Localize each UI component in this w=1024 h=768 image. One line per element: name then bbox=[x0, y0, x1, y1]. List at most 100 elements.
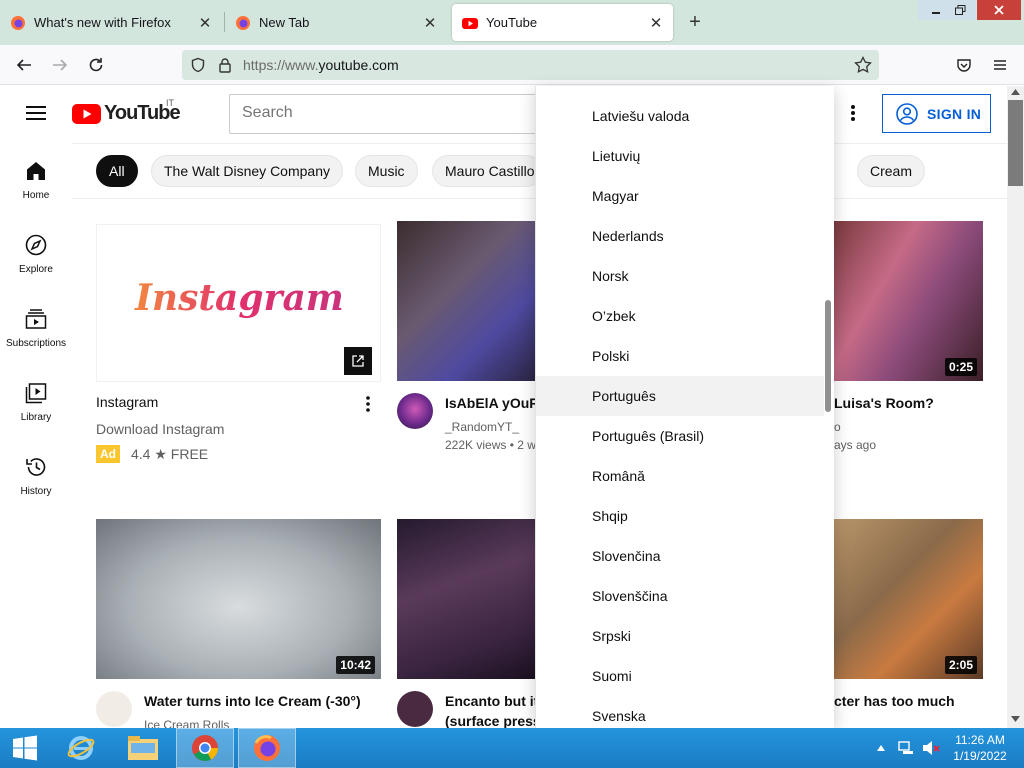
system-clock[interactable]: 11:26 AM 1/19/2022 bbox=[948, 732, 1012, 764]
search-box[interactable] bbox=[229, 94, 559, 134]
language-option[interactable]: Shqip bbox=[536, 496, 824, 536]
url-bar[interactable]: https://www.youtube.com bbox=[182, 50, 879, 80]
language-option[interactable]: Suomi bbox=[536, 656, 824, 696]
language-option[interactable]: Slovenščina bbox=[536, 576, 824, 616]
language-option[interactable]: Polski bbox=[536, 336, 824, 376]
tab-strip: What's new with Firefox ✕ New Tab ✕ YouT… bbox=[0, 0, 1024, 45]
video-title[interactable]: IsAbElA yOuR bbox=[445, 393, 539, 413]
channel-name[interactable]: Ice Cream Rolls bbox=[144, 718, 229, 728]
language-option[interactable]: O’zbek bbox=[536, 296, 824, 336]
channel-name[interactable]: _RandomYT_ bbox=[445, 420, 519, 434]
chip-walt-disney[interactable]: The Walt Disney Company bbox=[151, 155, 343, 187]
chip-all[interactable]: All bbox=[96, 155, 138, 187]
hamburger-menu-icon bbox=[994, 60, 1006, 70]
close-window-button[interactable] bbox=[977, 0, 1021, 20]
guide-item-explore[interactable]: Explore bbox=[0, 216, 72, 290]
guide-menu-button[interactable] bbox=[26, 105, 46, 126]
tab-youtube[interactable]: YouTube ✕ bbox=[452, 4, 673, 41]
app-menu-button[interactable] bbox=[988, 53, 1012, 77]
navigation-toolbar: https://www.youtube.com bbox=[0, 45, 1024, 85]
chip-mauro-castillo[interactable]: Mauro Castillo bbox=[432, 155, 542, 187]
language-option[interactable]: Slovenčina bbox=[536, 536, 824, 576]
youtube-play-logo-icon bbox=[72, 103, 101, 124]
compass-icon bbox=[25, 234, 47, 256]
back-button[interactable] bbox=[12, 53, 36, 77]
language-option[interactable]: Português (Brasil) bbox=[536, 416, 824, 456]
video-title[interactable]: Instagram bbox=[96, 392, 158, 412]
start-button[interactable] bbox=[0, 728, 50, 768]
internet-explorer-icon bbox=[67, 736, 95, 760]
guide-item-history[interactable]: History bbox=[0, 438, 72, 512]
video-thumbnail-character[interactable]: 2:05 bbox=[834, 519, 983, 679]
video-title[interactable]: cter has too much bbox=[834, 691, 955, 711]
page-scrollbar[interactable] bbox=[1007, 86, 1024, 728]
guide-item-subscriptions[interactable]: Subscriptions bbox=[0, 290, 72, 364]
close-tab-icon[interactable]: ✕ bbox=[649, 14, 663, 32]
close-tab-icon[interactable]: ✕ bbox=[423, 14, 437, 32]
language-option[interactable]: Nederlands bbox=[536, 216, 824, 256]
video-title-line2[interactable]: (surface press bbox=[445, 711, 541, 728]
subscriptions-icon bbox=[25, 309, 47, 329]
scroll-up-icon[interactable] bbox=[1011, 89, 1020, 95]
channel-avatar[interactable] bbox=[397, 691, 433, 727]
video-thumbnail-luisa[interactable]: 0:25 bbox=[834, 221, 983, 381]
taskbar-file-explorer[interactable] bbox=[114, 728, 172, 768]
show-hidden-icons-icon[interactable] bbox=[876, 744, 886, 752]
channel-avatar[interactable] bbox=[96, 691, 132, 727]
external-link-button[interactable] bbox=[344, 347, 372, 375]
sign-in-button[interactable]: SIGN IN bbox=[882, 94, 991, 133]
language-option[interactable]: Magyar bbox=[536, 176, 824, 216]
forward-button[interactable] bbox=[48, 53, 72, 77]
language-option[interactable]: Norsk bbox=[536, 256, 824, 296]
settings-menu-button[interactable] bbox=[843, 103, 863, 128]
language-option[interactable]: Română bbox=[536, 456, 824, 496]
network-icon[interactable] bbox=[898, 740, 914, 756]
youtube-logo[interactable]: YouTube bbox=[72, 102, 181, 125]
video-thumbnail-isabela[interactable] bbox=[397, 221, 537, 381]
reload-icon bbox=[89, 58, 103, 72]
language-menu: Latviešu valoda Lietuvių Magyar Nederlan… bbox=[535, 86, 834, 728]
video-thumbnail-instagram[interactable]: Instagram bbox=[96, 224, 381, 382]
star-bookmark-icon[interactable] bbox=[854, 56, 872, 74]
new-tab-button[interactable]: + bbox=[684, 10, 706, 34]
video-thumbnail-encanto[interactable] bbox=[397, 519, 537, 679]
video-title[interactable]: Encanto but it' bbox=[445, 691, 542, 711]
chip-cream[interactable]: Cream bbox=[857, 155, 926, 187]
channel-avatar[interactable] bbox=[397, 393, 433, 429]
video-thumbnail-ice-cream[interactable]: 10:42 bbox=[96, 519, 381, 679]
language-option[interactable]: Srpski bbox=[536, 616, 824, 656]
reload-button[interactable] bbox=[84, 53, 108, 77]
page-scrollbar-thumb[interactable] bbox=[1008, 100, 1023, 186]
app-rating: 4.4 ★ FREE bbox=[131, 446, 209, 462]
pocket-button[interactable] bbox=[952, 53, 976, 77]
video-menu-button[interactable] bbox=[360, 394, 376, 419]
chip-music[interactable]: Music bbox=[355, 155, 418, 187]
more-vertical-icon bbox=[366, 396, 370, 412]
volume-muted-icon[interactable] bbox=[922, 740, 940, 756]
language-option[interactable]: Latviešu valoda bbox=[536, 96, 824, 136]
instagram-wordmark: Instagram bbox=[97, 277, 380, 319]
tab-new-tab[interactable]: New Tab ✕ bbox=[225, 4, 447, 41]
restore-button[interactable] bbox=[945, 0, 976, 20]
language-menu-scrollbar[interactable] bbox=[825, 300, 831, 412]
taskbar-firefox[interactable] bbox=[238, 728, 296, 768]
guide-item-home[interactable]: Home bbox=[0, 142, 72, 216]
shield-icon[interactable] bbox=[190, 57, 206, 73]
lock-icon[interactable] bbox=[218, 57, 232, 73]
external-link-icon bbox=[352, 355, 364, 367]
home-icon bbox=[27, 162, 45, 180]
channel-name[interactable]: o bbox=[834, 420, 841, 434]
language-option[interactable]: Svenska bbox=[536, 696, 824, 728]
scroll-down-icon[interactable] bbox=[1011, 716, 1020, 722]
taskbar-chrome[interactable] bbox=[176, 728, 234, 768]
language-option[interactable]: Lietuvių bbox=[536, 136, 824, 176]
taskbar-internet-explorer[interactable] bbox=[52, 728, 110, 768]
video-title[interactable]: Water turns into Ice Cream (-30°) bbox=[144, 691, 361, 711]
video-title[interactable]: Luisa's Room? bbox=[834, 393, 934, 413]
tab-whats-new[interactable]: What's new with Firefox ✕ bbox=[0, 4, 222, 41]
guide-item-library[interactable]: Library bbox=[0, 364, 72, 438]
language-option-hovered[interactable]: Português bbox=[536, 376, 824, 416]
close-icon bbox=[994, 5, 1004, 15]
close-tab-icon[interactable]: ✕ bbox=[198, 14, 212, 32]
search-input[interactable] bbox=[242, 95, 532, 131]
